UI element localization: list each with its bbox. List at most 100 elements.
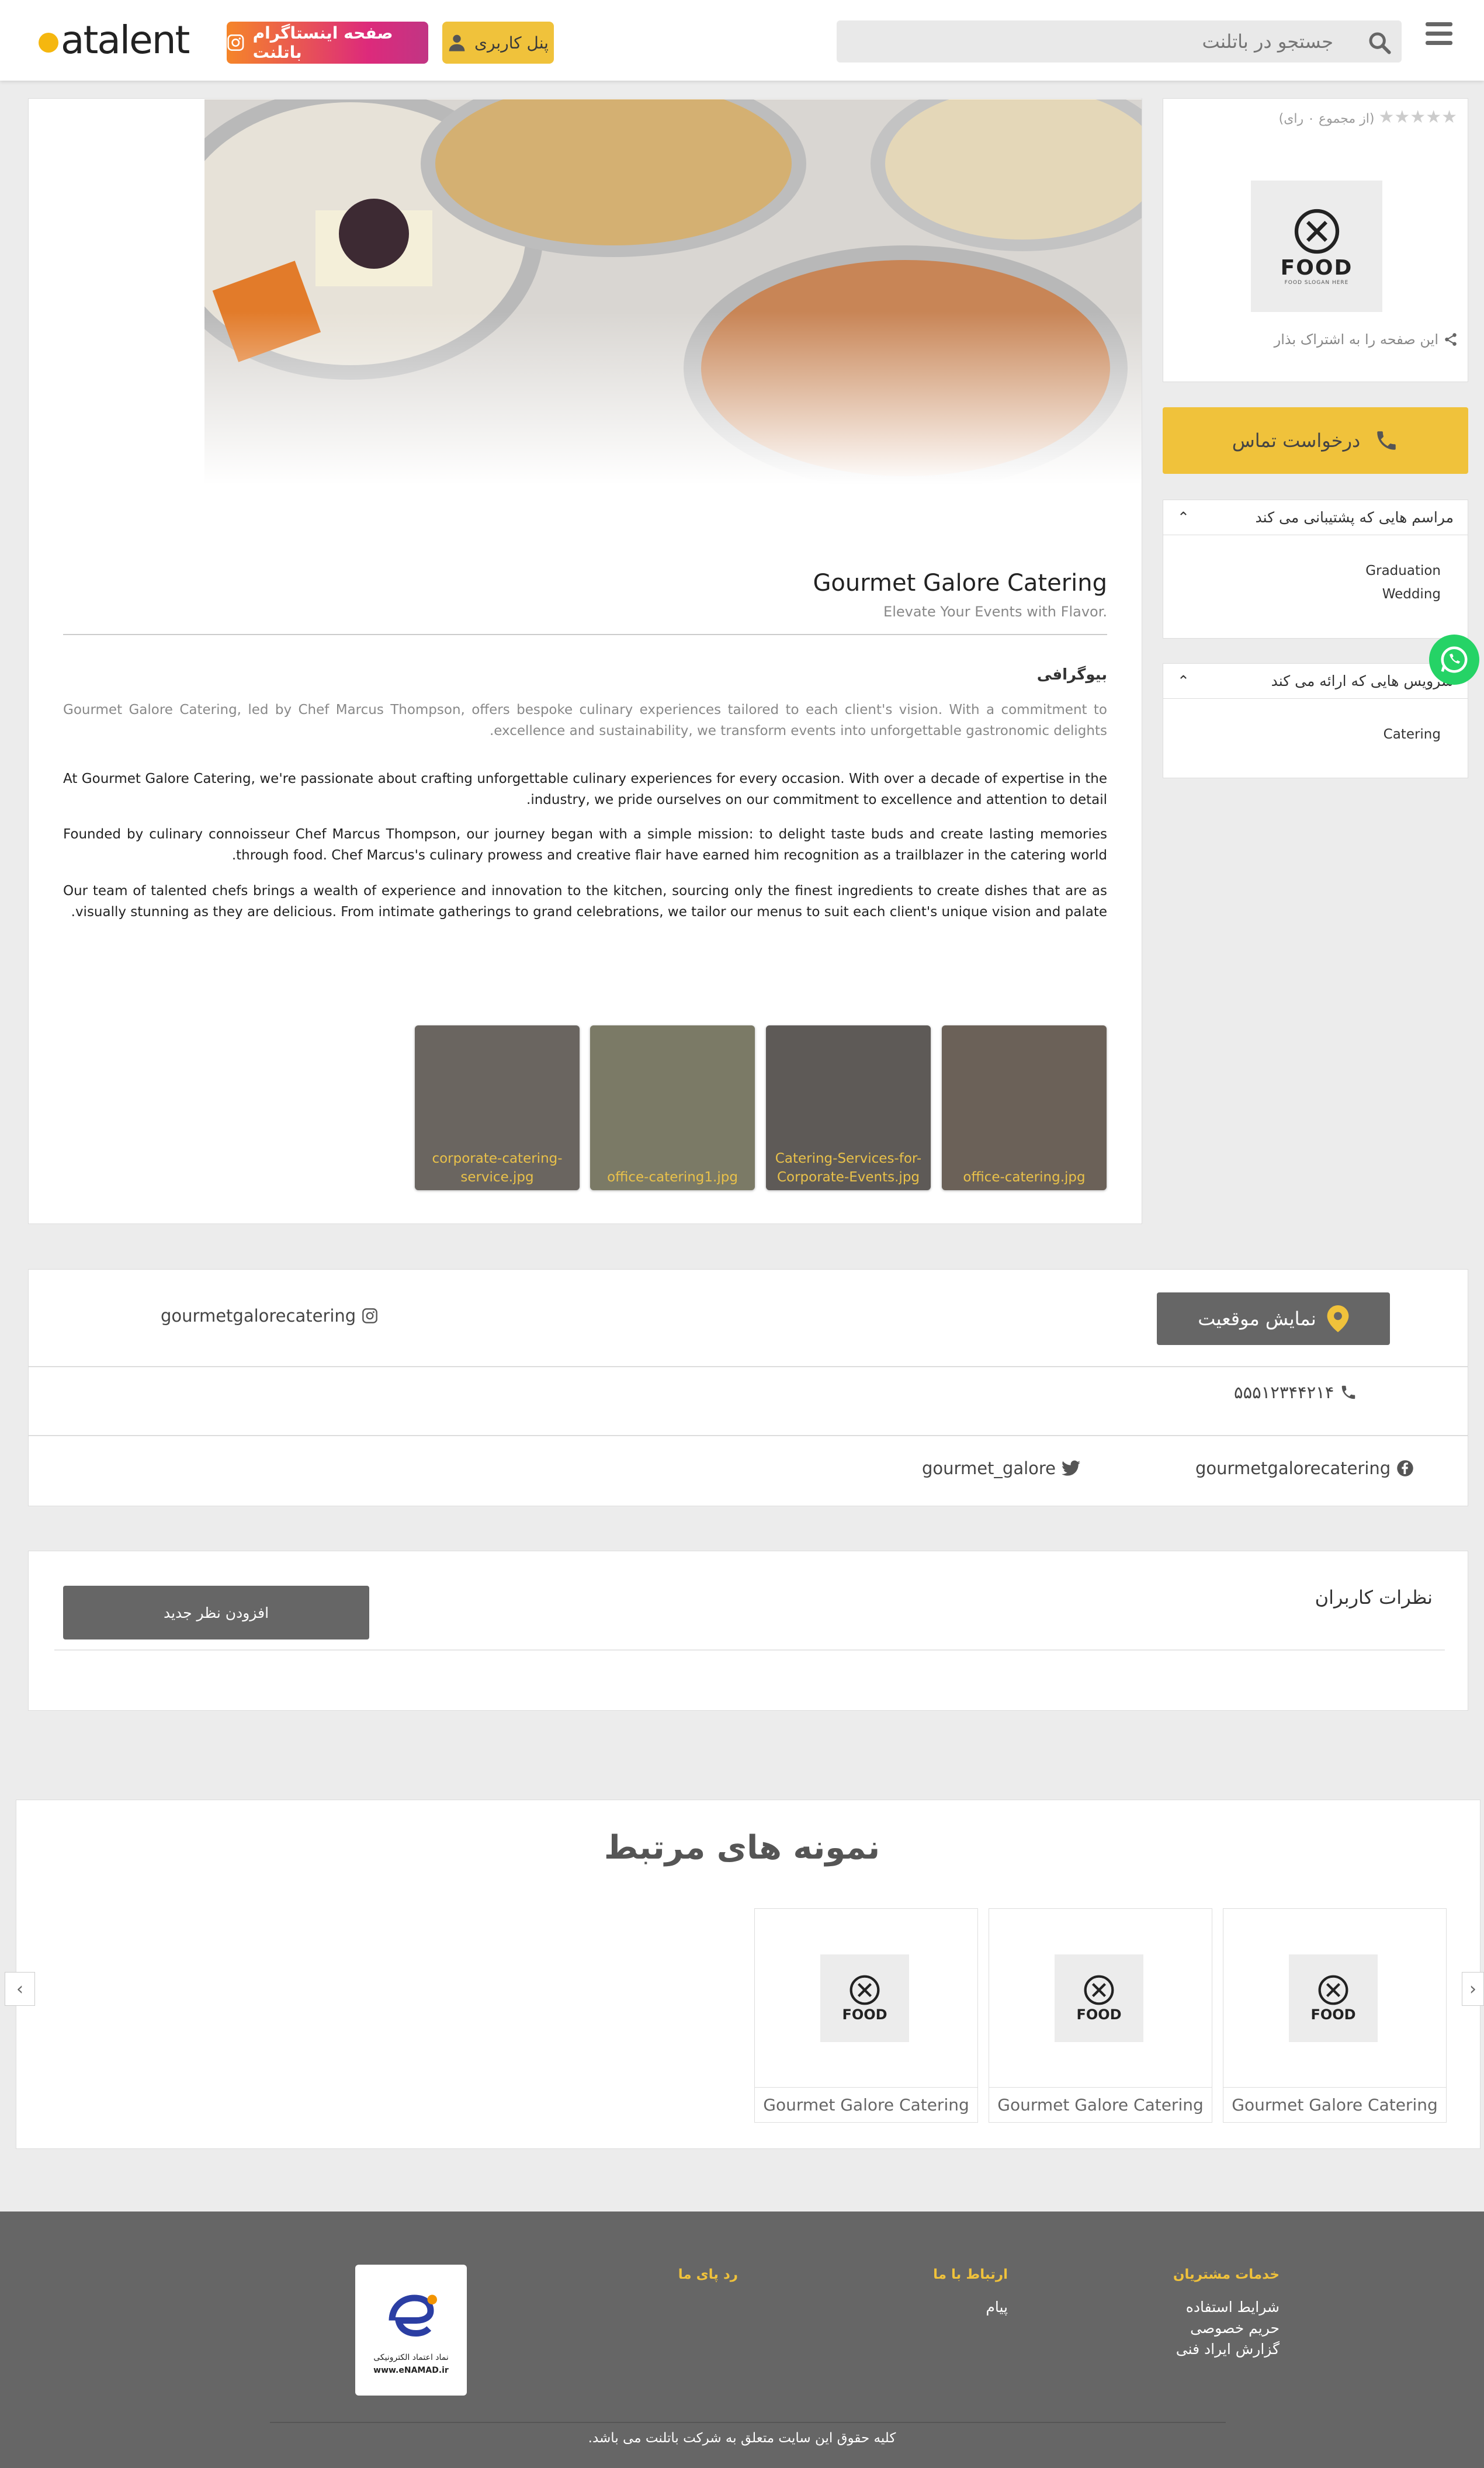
related-name: Gourmet Galore Catering — [1223, 2087, 1446, 2122]
enamad-url: www.eNAMAD.ir — [373, 2366, 449, 2375]
divider — [270, 2422, 1226, 2423]
carousel-prev-arrow[interactable]: ‹ — [5, 1972, 35, 2006]
enamad-text: نماد اعتماد الکترونیکی — [373, 2353, 449, 2362]
catering-food-photo — [204, 99, 1142, 485]
facebook-icon — [1397, 1460, 1413, 1476]
event-item: Wedding — [1382, 587, 1441, 602]
chevron-right-icon: › — [1469, 1978, 1476, 1999]
bio-heading: بیوگرافی — [1036, 666, 1107, 684]
business-logo: FOOD FOOD SLOGAN HERE — [1251, 181, 1382, 312]
events-accordion: ⌃ مراسم هایی که پشتیبانی می کند Graduati… — [1163, 500, 1468, 639]
bio-paragraph: Gourmet Galore Catering, led by Chef Mar… — [63, 702, 1107, 739]
related-card[interactable]: FOOD Gourmet Galore Catering — [754, 1908, 978, 2123]
service-item: Catering — [1383, 727, 1441, 742]
menu-icon[interactable] — [1426, 22, 1452, 49]
logo-word: FOOD — [1310, 2006, 1356, 2023]
instagram-icon — [227, 34, 244, 51]
show-location-button[interactable]: نمایش موقعیت — [1157, 1292, 1390, 1345]
gallery-caption: Catering-Services-for-Corporate-Events.j… — [775, 1151, 922, 1185]
gallery-thumbnail[interactable]: Catering-Services-for-Corporate-Events.j… — [766, 1025, 931, 1190]
bee-logo-icon — [39, 32, 58, 53]
search-bar — [837, 20, 1402, 63]
events-accordion-header[interactable]: ⌃ مراسم هایی که پشتیبانی می کند — [1163, 500, 1468, 535]
phone-icon — [1342, 1385, 1355, 1399]
contact-phone[interactable]: ۵۵۵۱۲۳۴۴۲۱۴ — [1234, 1382, 1357, 1402]
rating-text: (از مجموع ۰ رای) — [1278, 112, 1375, 126]
search-input[interactable] — [837, 20, 1345, 63]
related-card[interactable]: FOOD Gourmet Galore Catering — [1223, 1908, 1447, 2123]
phone-number: ۵۵۵۱۲۳۴۴۲۱۴ — [1234, 1382, 1334, 1402]
instagram-page-button[interactable]: صفحه اینستاگرام باتلنت — [227, 22, 428, 64]
event-item: Graduation — [1365, 563, 1441, 578]
fork-knife-icon — [1318, 1975, 1348, 2005]
related-title: نمونه های مرتبط — [604, 1829, 880, 1867]
footer-col2-title: ارتباط با ما — [933, 2267, 1008, 2282]
add-comment-button[interactable]: افزودن نظر جدید — [63, 1586, 369, 1639]
events-title: مراسم هایی که پشتیبانی می کند — [1255, 509, 1454, 526]
business-slogan: Elevate Your Events with Flavor. — [883, 604, 1107, 620]
share-icon — [1445, 333, 1457, 346]
fork-knife-icon — [1084, 1975, 1114, 2005]
bio-paragraph: Founded by culinary connoisseur Chef Mar… — [63, 827, 1107, 863]
copyright-text: کلیه حقوق این سایت متعلق به شرکت باتلنت … — [588, 2431, 896, 2446]
chevron-up-icon: ⌃ — [1177, 509, 1190, 526]
site-header: atalent صفحه اینستاگرام باتلنت پنل کاربر… — [0, 0, 1484, 81]
divider — [28, 1366, 1468, 1367]
gallery-thumbnail[interactable]: corporate-catering-service.jpg — [415, 1025, 580, 1190]
facebook-handle: gourmetgalorecatering — [1195, 1458, 1391, 1478]
chevron-left-icon: ‹ — [16, 1978, 23, 1999]
related-logo: FOOD — [820, 1954, 909, 2042]
gallery-caption: office-catering1.jpg — [607, 1170, 738, 1185]
site-footer — [0, 2212, 1484, 2468]
footer-link[interactable]: گزارش ایراد فنی — [1176, 2341, 1280, 2358]
logo-word: FOOD — [842, 2006, 887, 2023]
divider — [63, 634, 1107, 635]
twitter-icon — [1062, 1460, 1081, 1476]
cover-image — [204, 99, 1142, 485]
business-name: Gourmet Galore Catering — [813, 570, 1107, 597]
carousel-next-arrow[interactable]: › — [1462, 1972, 1484, 2006]
contact-twitter[interactable]: gourmet_galore — [922, 1458, 1081, 1478]
request-call-button[interactable]: درخواست تماس — [1163, 407, 1468, 474]
services-accordion-header[interactable]: ⌃ سرویس هایی که ارائه می کند — [1163, 664, 1468, 699]
gallery-thumbnail[interactable]: office-catering1.jpg — [590, 1025, 755, 1190]
footer-link[interactable]: پیام — [986, 2299, 1008, 2316]
bio-paragraph: At Gourmet Galore Catering, we're passio… — [63, 771, 1107, 807]
gallery-caption: office-catering.jpg — [963, 1170, 1086, 1185]
site-logo[interactable]: atalent — [39, 18, 196, 64]
enamad-badge[interactable]: نماد اعتماد الکترونیکی www.eNAMAD.ir — [355, 2265, 467, 2396]
user-panel-button[interactable]: پنل کاربری — [442, 22, 554, 64]
gallery-thumbnail[interactable]: office-catering.jpg — [942, 1025, 1107, 1190]
rating: ★★★★★ (از مجموع ۰ رای) — [1278, 107, 1457, 127]
request-call-label: درخواست تماس — [1232, 429, 1361, 452]
services-accordion: ⌃ سرویس هایی که ارائه می کند Catering — [1163, 663, 1468, 778]
chevron-up-icon: ⌃ — [1177, 673, 1190, 689]
gallery-caption: corporate-catering-service.jpg — [432, 1151, 563, 1185]
footer-link[interactable]: حریم خصوصی — [1190, 2320, 1280, 2337]
contact-facebook[interactable]: gourmetgalorecatering — [1195, 1458, 1414, 1478]
show-location-label: نمایش موقعیت — [1198, 1308, 1316, 1330]
twitter-handle: gourmet_galore — [922, 1458, 1056, 1478]
fork-knife-icon — [850, 1975, 880, 2005]
services-title: سرویس هایی که ارائه می کند — [1271, 673, 1454, 689]
whatsapp-icon[interactable] — [1429, 635, 1479, 685]
contact-instagram[interactable]: gourmetgalorecatering — [161, 1306, 378, 1326]
user-panel-label: پنل کاربری — [474, 33, 549, 53]
related-logo: FOOD — [1055, 1954, 1143, 2042]
enamad-logo-icon — [389, 2294, 437, 2337]
search-icon[interactable] — [1368, 31, 1391, 54]
related-name: Gourmet Galore Catering — [755, 2087, 977, 2122]
related-card[interactable]: FOOD Gourmet Galore Catering — [989, 1908, 1212, 2123]
map-pin-icon — [1327, 1305, 1349, 1332]
share-label: این صفحه را به اشتراک بذار — [1274, 331, 1438, 348]
related-logo: FOOD — [1289, 1954, 1378, 2042]
logo-word: FOOD — [1076, 2006, 1122, 2023]
user-icon — [449, 34, 465, 51]
footer-link[interactable]: شرایط استفاده — [1186, 2299, 1280, 2316]
divider — [54, 1649, 1445, 1651]
footer-col1-title: خدمات مشتریان — [1173, 2267, 1280, 2282]
logo-word: FOOD — [1280, 256, 1353, 280]
logo-sub: FOOD SLOGAN HERE — [1284, 280, 1349, 286]
share-link[interactable]: این صفحه را به اشتراک بذار — [1274, 331, 1458, 348]
related-name: Gourmet Galore Catering — [989, 2087, 1212, 2122]
